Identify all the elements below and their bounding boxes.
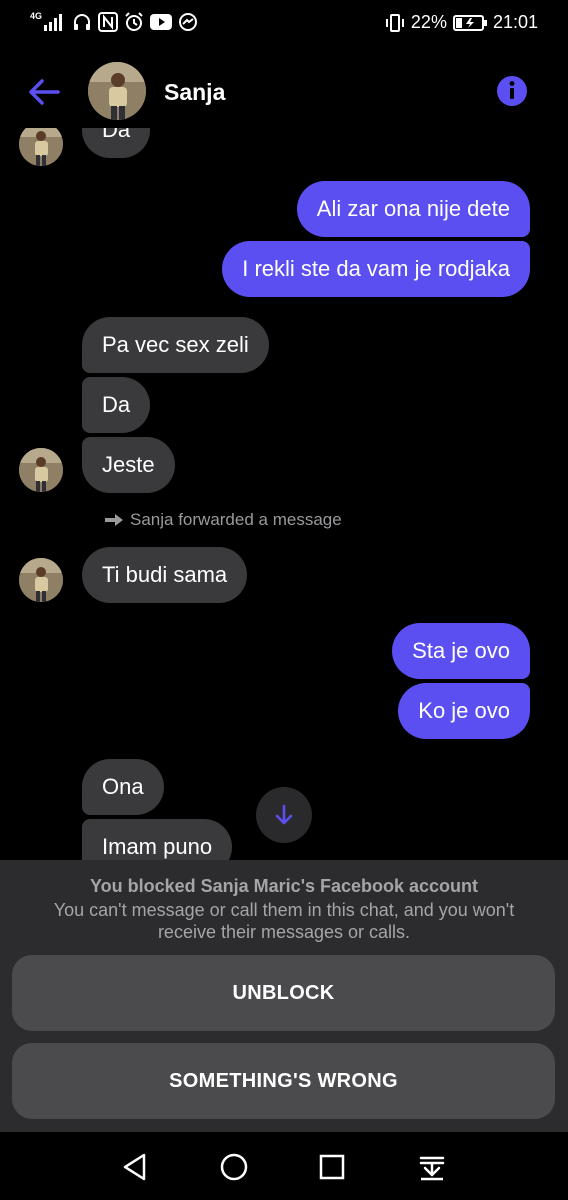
unblock-button[interactable]: UNBLOCK	[12, 955, 555, 1031]
messenger-icon	[179, 13, 198, 31]
contact-name[interactable]: Sanja	[164, 79, 225, 106]
message-incoming[interactable]: Da	[82, 377, 151, 433]
arrow-left-icon[interactable]	[26, 74, 62, 110]
recents-square-icon[interactable]	[317, 1152, 347, 1182]
arrow-down-icon	[275, 804, 293, 825]
contact-avatar[interactable]	[88, 62, 146, 120]
blocked-panel: You blocked Sanja Maric's Facebook accou…	[0, 860, 568, 1132]
youtube-icon	[150, 14, 173, 30]
forward-note-text: Sanja forwarded a message	[130, 510, 342, 529]
message-incoming[interactable]: Imam puno	[82, 819, 233, 860]
back-triangle-icon[interactable]	[120, 1152, 150, 1182]
chat-header: Sanja	[0, 56, 568, 128]
sender-avatar	[19, 558, 63, 602]
something-wrong-button[interactable]: SOMETHING'S WRONG	[12, 1043, 555, 1119]
message-incoming[interactable]: Ona	[82, 759, 164, 815]
nfc-icon	[98, 12, 119, 32]
message-incoming[interactable]: Ti budi sama	[82, 547, 248, 603]
info-icon[interactable]	[496, 75, 528, 107]
forward-arrow-icon	[105, 514, 123, 526]
message-outgoing[interactable]: Ali zar ona nije dete	[296, 181, 530, 237]
battery-icon	[452, 14, 487, 31]
message-outgoing[interactable]: Ko je ovo	[398, 683, 530, 739]
status-left: 4G	[30, 11, 198, 32]
message-incoming[interactable]: Pa vec sex zeli	[82, 317, 269, 373]
system-nav-bar	[0, 1132, 568, 1200]
clock: 21:01	[492, 12, 538, 32]
notification-pull-icon[interactable]	[417, 1152, 447, 1182]
vibrate-icon	[385, 13, 404, 32]
forward-note: Sanja forwarded a message	[104, 510, 342, 530]
message-outgoing[interactable]: Sta je ovo	[392, 623, 530, 679]
message-incoming[interactable]: Jeste	[82, 437, 175, 493]
status-bar: 4G 22% 21:01	[0, 0, 568, 48]
sender-avatar	[19, 128, 63, 166]
blocked-title: You blocked Sanja Maric's Facebook accou…	[89, 876, 479, 896]
message-thread[interactable]: Da Ali zar ona nije dete I rekli ste da …	[0, 128, 568, 860]
blocked-description: You can't message or call them in this c…	[53, 900, 515, 942]
message-outgoing[interactable]: I rekli ste da vam je rodjaka	[222, 241, 530, 297]
sender-avatar	[19, 448, 63, 492]
message-incoming[interactable]: Da	[82, 128, 151, 158]
alarm-icon	[125, 12, 143, 31]
scroll-to-bottom-button[interactable]	[256, 787, 312, 843]
battery-percent: 22%	[410, 12, 447, 32]
home-circle-icon[interactable]	[219, 1152, 249, 1182]
signal-icon	[44, 14, 63, 31]
network-label: 4G	[30, 11, 43, 21]
status-right: 22% 21:01	[385, 12, 538, 33]
headphones-icon	[74, 14, 91, 30]
